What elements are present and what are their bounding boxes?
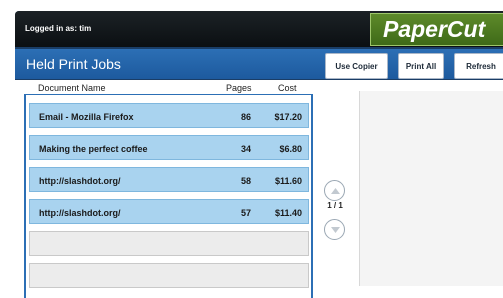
- page-indicator: 1 / 1: [327, 201, 343, 210]
- papercut-logo: PaperCut: [370, 13, 503, 46]
- page-title: Held Print Jobs: [26, 56, 121, 72]
- job-cost: $6.80: [279, 144, 302, 154]
- refresh-button[interactable]: Refresh: [454, 53, 503, 79]
- page-down-button[interactable]: [324, 219, 345, 240]
- job-cost: $17.20: [274, 112, 302, 122]
- job-cost: $11.40: [274, 208, 302, 218]
- print-all-button[interactable]: Print All: [398, 53, 444, 79]
- job-row[interactable]: http://slashdot.org/ 58 $11.60: [29, 167, 309, 192]
- job-document-name: Making the perfect coffee: [39, 144, 148, 154]
- use-copier-button[interactable]: Use Copier: [325, 53, 388, 79]
- job-row[interactable]: Email - Mozilla Firefox 86 $17.20: [29, 103, 309, 128]
- job-row[interactable]: http://slashdot.org/ 57 $11.40: [29, 199, 309, 224]
- top-bar: Logged in as: tim PaperCut: [15, 11, 503, 47]
- job-pages: 34: [240, 144, 251, 154]
- job-document-name: http://slashdot.org/: [39, 208, 121, 218]
- job-cost: $11.60: [274, 176, 302, 186]
- job-row[interactable]: Making the perfect coffee 34 $6.80: [29, 135, 309, 160]
- column-header-cost: Cost: [278, 83, 297, 93]
- column-header-pages: Pages: [226, 83, 252, 93]
- job-pages: 86: [240, 112, 251, 122]
- print-release-window: Logged in as: tim PaperCut Held Print Jo…: [15, 11, 503, 298]
- job-document-name: http://slashdot.org/: [39, 176, 121, 186]
- chevron-down-icon: [331, 227, 340, 233]
- job-preview-area: [359, 91, 503, 286]
- page-up-button[interactable]: [324, 180, 345, 201]
- login-status: Logged in as: tim: [25, 24, 92, 33]
- empty-row: [29, 231, 309, 256]
- column-header-document: Document Name: [38, 83, 106, 93]
- empty-row: [29, 263, 309, 288]
- job-pages: 58: [240, 176, 251, 186]
- job-pages: 57: [240, 208, 251, 218]
- chevron-up-icon: [331, 188, 340, 194]
- job-document-name: Email - Mozilla Firefox: [39, 112, 134, 122]
